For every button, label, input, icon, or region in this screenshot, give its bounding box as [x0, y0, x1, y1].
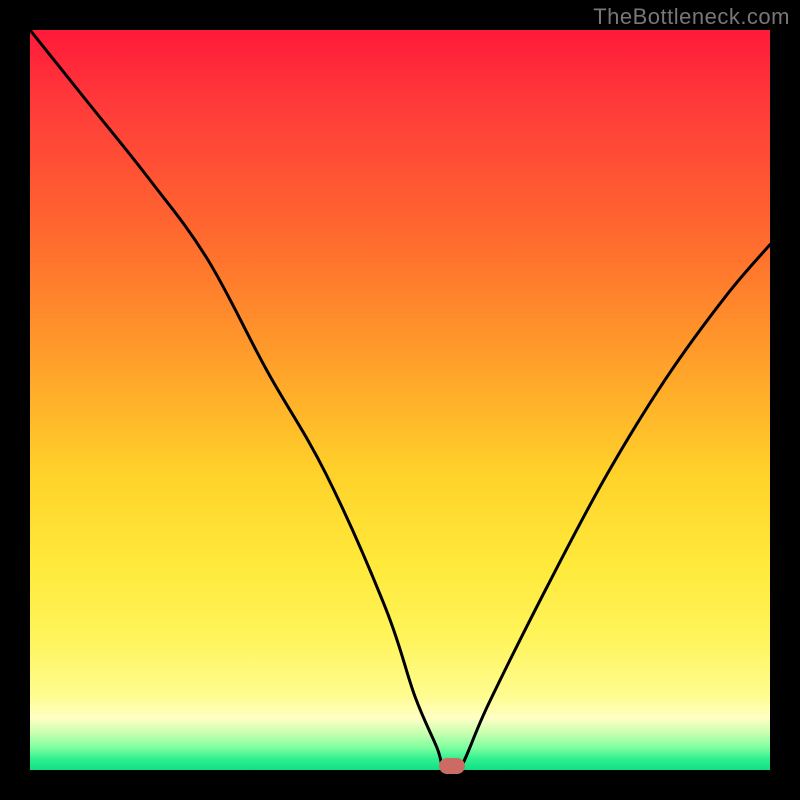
chart-frame: TheBottleneck.com	[0, 0, 800, 800]
bottleneck-curve	[30, 30, 770, 770]
plot-area	[30, 30, 770, 770]
optimal-marker	[439, 758, 465, 774]
watermark-text: TheBottleneck.com	[593, 4, 790, 30]
